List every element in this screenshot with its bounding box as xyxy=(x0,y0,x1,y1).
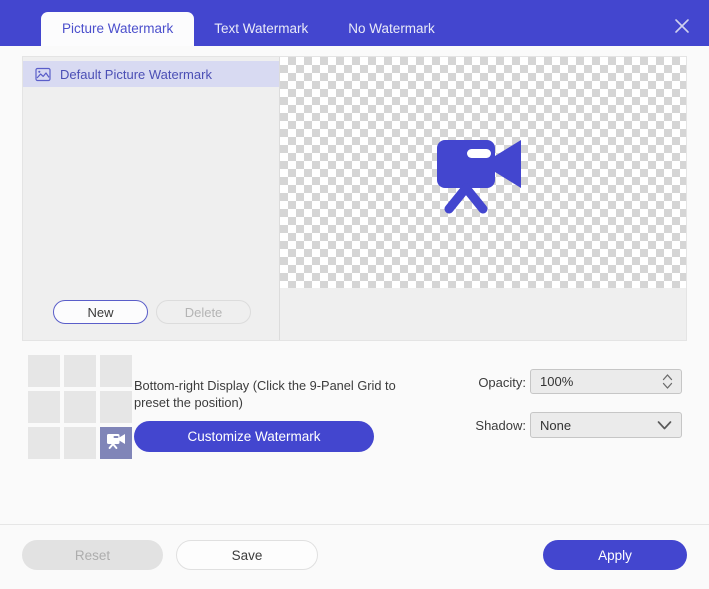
list-item-label: Default Picture Watermark xyxy=(60,66,212,82)
tab-label: No Watermark xyxy=(348,21,435,36)
apply-button[interactable]: Apply xyxy=(543,540,687,570)
tab-no-watermark[interactable]: No Watermark xyxy=(328,12,455,46)
video-camera-icon xyxy=(433,132,533,214)
shadow-label: Shadow: xyxy=(475,418,526,433)
position-cell-bottom-right[interactable] xyxy=(100,427,132,459)
opacity-label: Opacity: xyxy=(478,375,526,390)
position-cell-bottom-left[interactable] xyxy=(28,427,60,459)
position-cell-middle-center[interactable] xyxy=(64,391,96,423)
opacity-stepper[interactable]: 100% xyxy=(530,369,682,394)
chevron-down-icon[interactable] xyxy=(656,418,673,437)
position-grid xyxy=(28,355,132,459)
video-camera-icon xyxy=(106,432,127,455)
picture-icon xyxy=(35,67,51,82)
customize-watermark-button[interactable]: Customize Watermark xyxy=(134,421,374,452)
position-cell-top-left[interactable] xyxy=(28,355,60,387)
tab-bar: Picture Watermark Text Watermark No Wate… xyxy=(41,0,455,46)
watermark-preview-area xyxy=(280,57,686,288)
position-cell-top-right[interactable] xyxy=(100,355,132,387)
position-cell-middle-left[interactable] xyxy=(28,391,60,423)
footer-divider xyxy=(0,524,709,525)
preview-footer: Change picture Size: 120px * 120px xyxy=(280,288,686,340)
tab-picture-watermark[interactable]: Picture Watermark xyxy=(41,12,195,46)
tab-text-watermark[interactable]: Text Watermark xyxy=(194,12,328,46)
reset-button: Reset xyxy=(22,540,163,570)
position-description: Bottom-right Display (Click the 9-Panel … xyxy=(134,378,396,410)
tab-label: Text Watermark xyxy=(214,21,309,36)
watermark-content-panel: Default Picture Watermark Change picture… xyxy=(22,56,687,341)
watermark-dialog: Picture Watermark Text Watermark No Wate… xyxy=(0,0,709,589)
position-cell-bottom-center[interactable] xyxy=(64,427,96,459)
shadow-value: None xyxy=(540,417,572,433)
dialog-header: Picture Watermark Text Watermark No Wate… xyxy=(0,0,709,46)
delete-button: Delete xyxy=(156,300,251,324)
close-icon[interactable] xyxy=(670,14,694,38)
new-button[interactable]: New xyxy=(53,300,148,324)
list-item[interactable]: Default Picture Watermark xyxy=(23,61,279,87)
position-cell-middle-right[interactable] xyxy=(100,391,132,423)
stepper-updown-icon[interactable] xyxy=(661,372,674,391)
watermark-list-panel: Default Picture Watermark xyxy=(23,57,279,340)
position-cell-top-center[interactable] xyxy=(64,355,96,387)
tab-label: Picture Watermark xyxy=(62,21,174,36)
shadow-select[interactable]: None xyxy=(530,412,682,438)
opacity-value: 100% xyxy=(540,374,574,389)
save-button[interactable]: Save xyxy=(176,540,318,570)
